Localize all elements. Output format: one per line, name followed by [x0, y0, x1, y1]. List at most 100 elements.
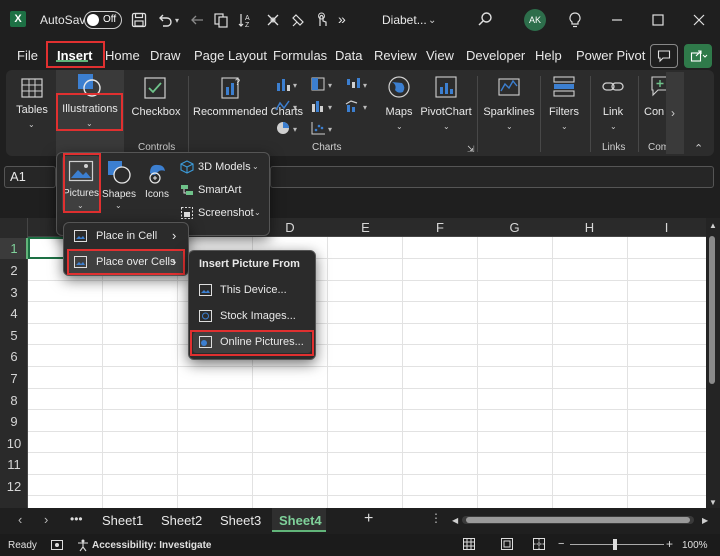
- place-over-cells-item[interactable]: Place over Cells ›: [68, 251, 184, 273]
- tab-file[interactable]: File: [17, 48, 38, 63]
- document-menu-icon[interactable]: ⌄: [428, 15, 436, 26]
- line-chart-icon[interactable]: ▾: [275, 98, 299, 114]
- row-header-10[interactable]: 10: [0, 436, 28, 451]
- vertical-scroll-thumb[interactable]: [709, 236, 715, 384]
- tab-page-layout[interactable]: Page Layout: [194, 48, 267, 63]
- charts-dialog-launcher-icon[interactable]: ⇲: [467, 144, 475, 155]
- touch-mode-icon[interactable]: [314, 12, 330, 28]
- maps-button[interactable]: Maps ⌄: [382, 72, 416, 134]
- combo-chart-icon[interactable]: ▾: [345, 98, 369, 114]
- tab-review[interactable]: Review: [374, 48, 417, 63]
- minimize-icon[interactable]: [610, 14, 624, 26]
- online-pictures-item[interactable]: Online Pictures...: [193, 332, 311, 353]
- search-icon[interactable]: [477, 11, 493, 27]
- column-chart-icon[interactable]: ▾: [275, 76, 299, 92]
- tab-power-pivot[interactable]: Power Pivot: [576, 48, 645, 63]
- statistic-chart-icon[interactable]: ▾: [310, 98, 334, 114]
- pivotchart-button[interactable]: PivotChart ⌄: [420, 72, 472, 134]
- scroll-down-icon[interactable]: ▼: [709, 498, 717, 507]
- normal-view-icon[interactable]: [462, 537, 476, 551]
- this-device-item[interactable]: This Device...: [193, 280, 311, 301]
- next-sheet-icon[interactable]: ›: [44, 512, 48, 527]
- column-header-g[interactable]: G: [477, 220, 552, 235]
- back-arrow-icon[interactable]: [189, 12, 205, 28]
- tab-draw[interactable]: Draw: [150, 48, 180, 63]
- tab-home[interactable]: Home: [105, 48, 140, 63]
- tab-formulas[interactable]: Formulas: [273, 48, 327, 63]
- maximize-icon[interactable]: [651, 13, 665, 27]
- scroll-up-icon[interactable]: ▲: [709, 221, 717, 230]
- row-header-8[interactable]: 8: [0, 393, 28, 408]
- close-icon[interactable]: [692, 13, 706, 27]
- screenshot-button[interactable]: Screenshot ⌄: [178, 204, 264, 222]
- page-break-view-icon[interactable]: [532, 537, 546, 551]
- more-sheets-icon[interactable]: •••: [70, 512, 83, 526]
- row-header-1[interactable]: 1: [0, 241, 28, 256]
- customize-toolbar-icon[interactable]: »: [338, 11, 346, 27]
- clear-format-icon[interactable]: [265, 12, 281, 28]
- row-header-11[interactable]: 11: [0, 457, 28, 472]
- sheet-tab-4[interactable]: Sheet4: [279, 513, 322, 528]
- undo-dropdown-icon[interactable]: ▾: [175, 16, 179, 25]
- tab-view[interactable]: View: [426, 48, 454, 63]
- horizontal-scroll-thumb[interactable]: [466, 517, 690, 523]
- copy-format-icon[interactable]: [213, 12, 229, 28]
- sort-icon[interactable]: A Z: [238, 12, 254, 28]
- row-header-6[interactable]: 6: [0, 349, 28, 364]
- zoom-level[interactable]: 100%: [682, 540, 708, 551]
- scroll-left-icon[interactable]: ◀: [452, 516, 458, 525]
- sheet-tab-3[interactable]: Sheet3: [220, 513, 261, 528]
- tab-split-icon[interactable]: ⋮: [430, 511, 442, 525]
- accessibility-icon[interactable]: [76, 538, 90, 552]
- row-header-7[interactable]: 7: [0, 371, 28, 386]
- hierarchy-chart-icon[interactable]: ▾: [310, 76, 334, 92]
- cell-grid[interactable]: [28, 237, 706, 508]
- comments-button[interactable]: [650, 44, 678, 68]
- zoom-slider[interactable]: [570, 544, 664, 545]
- ribbon-scroll-right-button[interactable]: ›: [666, 72, 684, 154]
- select-all-corner[interactable]: [0, 218, 28, 237]
- autosave-toggle[interactable]: Off: [84, 11, 122, 29]
- row-header-2[interactable]: 2: [0, 263, 28, 278]
- avatar[interactable]: AK: [524, 9, 546, 31]
- sparklines-button[interactable]: Sparklines ⌄: [482, 72, 536, 134]
- 3d-models-button[interactable]: 3D Models ⌄: [178, 158, 264, 176]
- zoom-out-icon[interactable]: −: [558, 538, 564, 550]
- collapse-ribbon-icon[interactable]: ⌃: [694, 142, 703, 155]
- tab-data[interactable]: Data: [335, 48, 362, 63]
- icons-button[interactable]: Icons: [140, 156, 174, 212]
- row-header-12[interactable]: 12: [0, 479, 28, 494]
- macro-record-icon[interactable]: [50, 538, 64, 552]
- tables-button[interactable]: Tables ⌄: [10, 72, 54, 134]
- smartart-button[interactable]: SmartArt: [178, 181, 264, 199]
- comment-button[interactable]: Con: [640, 72, 668, 134]
- recommended-charts-button[interactable]: ? Recommended Charts: [193, 72, 303, 134]
- page-layout-view-icon[interactable]: [500, 537, 514, 551]
- row-header-4[interactable]: 4: [0, 306, 28, 321]
- tab-developer[interactable]: Developer: [466, 48, 525, 63]
- checkbox-button[interactable]: Checkbox: [130, 72, 182, 134]
- share-button[interactable]: [684, 44, 712, 68]
- illustrations-button[interactable]: Illustrations ⌄: [56, 70, 124, 156]
- formula-input[interactable]: [270, 166, 714, 188]
- prev-sheet-icon[interactable]: ‹: [18, 512, 22, 527]
- stock-images-item[interactable]: Stock Images...: [193, 306, 311, 327]
- name-box[interactable]: A1: [4, 166, 56, 188]
- waterfall-chart-icon[interactable]: ▾: [345, 76, 369, 92]
- column-header-i[interactable]: I: [627, 220, 706, 235]
- column-header-h[interactable]: H: [552, 220, 627, 235]
- paint-icon[interactable]: [290, 12, 306, 28]
- zoom-in-icon[interactable]: +: [666, 537, 673, 551]
- add-sheet-icon[interactable]: +: [364, 510, 373, 528]
- accessibility-status[interactable]: Accessibility: Investigate: [92, 540, 212, 551]
- sheet-tab-2[interactable]: Sheet2: [161, 513, 202, 528]
- document-name[interactable]: Diabet...: [382, 13, 427, 27]
- place-in-cell-item[interactable]: Place in Cell ›: [68, 226, 184, 246]
- column-header-f[interactable]: F: [403, 220, 477, 235]
- row-header-5[interactable]: 5: [0, 328, 28, 343]
- zoom-slider-thumb[interactable]: [613, 539, 617, 550]
- scroll-right-icon[interactable]: ▶: [702, 516, 708, 525]
- filters-button[interactable]: Filters ⌄: [544, 72, 584, 134]
- pie-chart-icon[interactable]: ▾: [275, 120, 299, 136]
- scatter-chart-icon[interactable]: ▾: [310, 120, 334, 136]
